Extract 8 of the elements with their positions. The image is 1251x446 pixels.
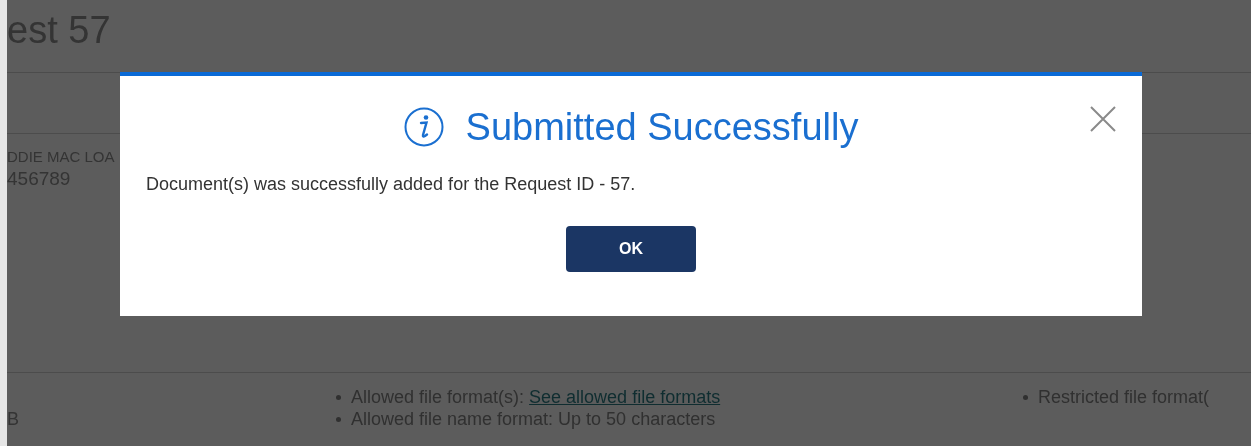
bullet-icon <box>1023 394 1028 400</box>
bullet-icon <box>336 416 341 422</box>
info-icon <box>403 107 444 147</box>
ok-button[interactable]: OK <box>566 226 696 272</box>
dialog-title: Submitted Successfully <box>465 105 859 150</box>
dialog-message: Document(s) was successfully added for the Request ID - 57. <box>146 173 637 196</box>
bullet-icon <box>336 394 341 400</box>
close-button[interactable] <box>1088 104 1118 134</box>
